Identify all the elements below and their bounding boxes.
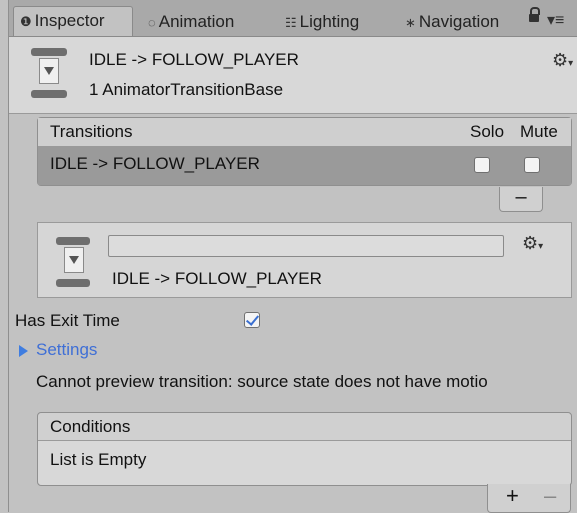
transitions-list: Transitions Solo Mute IDLE -> FOLLOW_PLA… — [37, 117, 572, 186]
inspector-header: IDLE -> FOLLOW_PLAYER 1 AnimatorTransiti… — [9, 37, 577, 114]
tab-inspector[interactable]: ❶ Inspector — [13, 6, 133, 36]
tab-label: Inspector — [34, 11, 105, 30]
transition-row[interactable]: IDLE -> FOLLOW_PLAYER — [38, 147, 571, 185]
solo-column-label: Solo — [470, 122, 505, 141]
transition-icon — [56, 237, 90, 287]
tab-label: Animation — [158, 12, 235, 31]
lock-icon[interactable] — [529, 7, 540, 23]
gear-icon[interactable]: ⚙▾ — [552, 50, 573, 71]
remove-transition-button[interactable]: – — [499, 187, 543, 212]
mute-checkbox[interactable] — [524, 157, 540, 173]
conditions-list: Conditions List is Empty — [37, 412, 572, 486]
tab-lighting[interactable]: ☷ Lighting — [285, 8, 359, 36]
transition-name-input[interactable] — [108, 235, 504, 257]
add-condition-button[interactable]: + — [506, 484, 519, 508]
settings-foldout-arrow-icon[interactable] — [19, 345, 28, 357]
has-exit-time-label: Has Exit Time — [15, 311, 120, 330]
transitions-list-header: Transitions Solo Mute — [38, 118, 571, 147]
transition-editor-label: IDLE -> FOLLOW_PLAYER — [112, 269, 322, 288]
header-title: IDLE -> FOLLOW_PLAYER — [89, 50, 299, 69]
solo-checkbox[interactable] — [474, 157, 490, 173]
mute-column-label: Mute — [520, 122, 558, 141]
settings-foldout[interactable]: Settings — [36, 340, 97, 360]
lighting-icon: ☷ — [285, 15, 297, 30]
conditions-header: Conditions — [38, 413, 571, 441]
transition-row-label: IDLE -> FOLLOW_PLAYER — [50, 154, 260, 173]
navigation-icon: ∗ — [405, 15, 416, 30]
gear-icon[interactable]: ⚙▾ — [522, 233, 543, 254]
tab-label: Lighting — [299, 12, 360, 31]
preview-message: Cannot preview transition: source state … — [36, 372, 488, 391]
conditions-footer: + – — [487, 484, 571, 513]
transitions-header-label: Transitions — [50, 122, 133, 141]
remove-condition-button[interactable]: – — [544, 484, 556, 508]
inspector-window: ❶ Inspector ◌ Animation ☷ Lighting ∗ Navigat… — [8, 0, 577, 513]
has-exit-time-checkbox[interactable] — [244, 312, 260, 328]
tab-navigation[interactable]: ∗ Navigation — [405, 8, 499, 36]
conditions-empty-text: List is Empty — [38, 441, 571, 485]
tab-animation[interactable]: ◌ Animation — [148, 8, 234, 36]
context-menu-icon[interactable]: ▾≡ — [547, 10, 564, 30]
transition-icon — [31, 48, 67, 98]
info-icon: ❶ — [20, 14, 32, 29]
header-subtitle: 1 AnimatorTransitionBase — [89, 80, 284, 99]
animation-icon: ◌ — [148, 15, 156, 30]
tab-bar: ❶ Inspector ◌ Animation ☷ Lighting ∗ Navigat… — [9, 0, 577, 37]
tab-label: Navigation — [418, 12, 500, 31]
